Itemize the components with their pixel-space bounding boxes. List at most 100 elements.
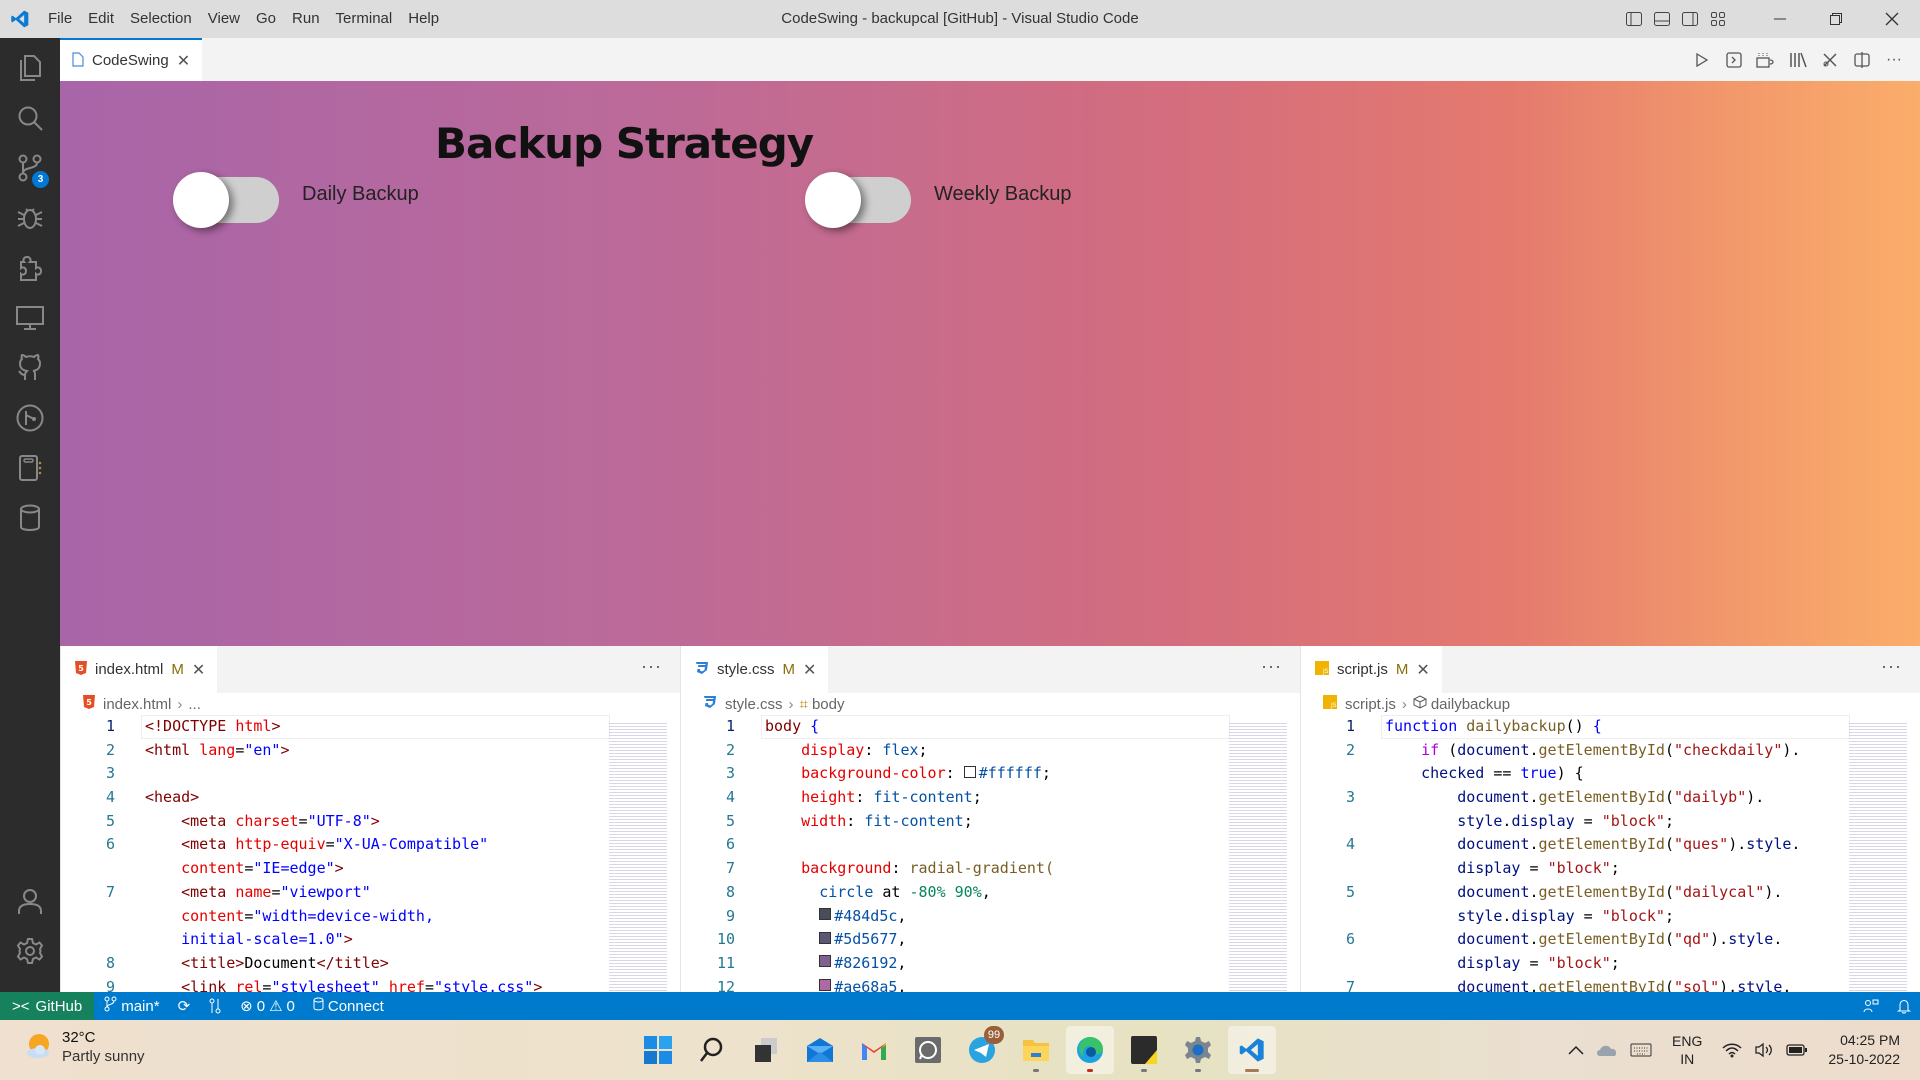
code-line[interactable]: 3 bbox=[61, 762, 680, 786]
code-line[interactable]: 6 bbox=[681, 833, 1300, 857]
notebook-icon[interactable] bbox=[0, 443, 60, 493]
menu-help[interactable]: Help bbox=[400, 0, 447, 38]
menu-terminal[interactable]: Terminal bbox=[328, 0, 401, 38]
tab-script-js[interactable]: JS script.js M ✕ bbox=[1301, 646, 1442, 693]
code-line[interactable]: 1 function dailybackup() { bbox=[1301, 715, 1920, 739]
run-icon[interactable] bbox=[1686, 44, 1718, 76]
code-line[interactable]: 5 <meta charset="UTF-8"> bbox=[61, 810, 680, 834]
live-share-icon[interactable] bbox=[1854, 992, 1888, 1020]
database-icon[interactable] bbox=[0, 493, 60, 543]
restore-button[interactable] bbox=[1808, 0, 1864, 38]
code-editor-js[interactable]: 1 function dailybackup() {2 if (document.… bbox=[1301, 715, 1920, 999]
breadcrumb-file[interactable]: index.html bbox=[103, 696, 171, 713]
vscode-app[interactable] bbox=[1228, 1026, 1276, 1074]
code-editor-css[interactable]: 1 body {2 display: flex; 3 background-colo… bbox=[681, 715, 1300, 999]
search-icon[interactable] bbox=[0, 93, 60, 143]
git-graph-status-icon[interactable] bbox=[199, 992, 231, 1020]
menu-file[interactable]: File bbox=[40, 0, 80, 38]
telegram-app[interactable]: 99 bbox=[958, 1026, 1006, 1074]
tab-codeswing[interactable]: CodeSwing ✕ bbox=[60, 38, 203, 81]
code-line[interactable]: 2 display: flex; bbox=[681, 739, 1300, 763]
code-line[interactable]: 8 circle at -80% 90%, bbox=[681, 881, 1300, 905]
code-line[interactable]: content="IE=edge"> bbox=[61, 857, 680, 881]
minimize-button[interactable] bbox=[1752, 0, 1808, 38]
daily-backup-toggle[interactable] bbox=[173, 172, 279, 228]
code-line[interactable]: 9 #484d5c, bbox=[681, 905, 1300, 929]
code-line[interactable]: 1 body { bbox=[681, 715, 1300, 739]
remote-indicator[interactable]: >< GitHub bbox=[0, 992, 95, 1020]
library-icon[interactable] bbox=[1782, 44, 1814, 76]
code-line[interactable]: display = "block"; bbox=[1301, 952, 1920, 976]
code-line[interactable]: initial-scale=1.0"> bbox=[61, 928, 680, 952]
weekly-backup-toggle[interactable] bbox=[805, 172, 911, 228]
file-explorer-app[interactable] bbox=[1012, 1026, 1060, 1074]
explorer-icon[interactable] bbox=[0, 43, 60, 93]
start-button[interactable] bbox=[634, 1026, 682, 1074]
close-tab-icon[interactable]: ✕ bbox=[803, 660, 816, 680]
account-icon[interactable] bbox=[0, 876, 60, 926]
battery-icon[interactable] bbox=[1786, 1044, 1808, 1056]
more-actions-icon[interactable]: ··· bbox=[1878, 44, 1910, 76]
code-line[interactable]: content="width=device-width, bbox=[61, 905, 680, 929]
code-line[interactable]: style.display = "block"; bbox=[1301, 905, 1920, 929]
run-debug-icon[interactable] bbox=[0, 193, 60, 243]
open-console-icon[interactable] bbox=[1718, 44, 1750, 76]
minimap[interactable] bbox=[609, 721, 667, 1001]
code-line[interactable]: 11 #826192, bbox=[681, 952, 1300, 976]
add-library-icon[interactable] bbox=[1750, 44, 1782, 76]
code-line[interactable]: 7 <meta name="viewport" bbox=[61, 881, 680, 905]
settings-app[interactable] bbox=[1174, 1026, 1222, 1074]
breadcrumb-symbol[interactable]: body bbox=[812, 696, 845, 713]
volume-icon[interactable] bbox=[1754, 1042, 1774, 1058]
code-line[interactable]: 4 <head> bbox=[61, 786, 680, 810]
extensions-icon[interactable] bbox=[0, 243, 60, 293]
sticky-notes-app[interactable] bbox=[1120, 1026, 1168, 1074]
code-line[interactable]: 2 <html lang="en"> bbox=[61, 739, 680, 763]
customize-layout-icon[interactable] bbox=[1704, 5, 1732, 33]
code-line[interactable]: 4 document.getElementById("ques").style. bbox=[1301, 833, 1920, 857]
close-tab-icon[interactable]: ✕ bbox=[192, 660, 205, 680]
code-line[interactable]: 4 height: fit-content; bbox=[681, 786, 1300, 810]
menu-view[interactable]: View bbox=[200, 0, 248, 38]
more-actions-icon[interactable]: ··· bbox=[1261, 646, 1282, 693]
whatsapp-app[interactable] bbox=[904, 1026, 952, 1074]
breadcrumb-file[interactable]: style.css bbox=[725, 696, 783, 713]
toggle-primary-sidebar-icon[interactable] bbox=[1620, 5, 1648, 33]
breadcrumb-symbol[interactable]: dailybackup bbox=[1431, 696, 1510, 713]
code-editor-html[interactable]: 1 <!DOCTYPE html> 2 <html lang="en"> 3 4 <head… bbox=[61, 715, 680, 999]
tab-style-css[interactable]: style.css M ✕ bbox=[681, 646, 829, 693]
code-line[interactable]: 10 #5d5677, bbox=[681, 928, 1300, 952]
task-view-button[interactable] bbox=[742, 1026, 790, 1074]
branch-indicator[interactable]: main* bbox=[94, 992, 168, 1020]
settings-gear-icon[interactable] bbox=[0, 926, 60, 976]
problems-indicator[interactable]: ⊗ 0 ⚠ 0 bbox=[231, 992, 304, 1020]
minimap[interactable] bbox=[1849, 721, 1907, 1001]
code-line[interactable]: 5 document.getElementById("dailycal"). bbox=[1301, 881, 1920, 905]
minimap[interactable] bbox=[1229, 721, 1287, 1001]
edge-app[interactable] bbox=[1066, 1026, 1114, 1074]
code-line[interactable]: 3 document.getElementById("dailyb"). bbox=[1301, 786, 1920, 810]
breadcrumb-file[interactable]: script.js bbox=[1345, 696, 1396, 713]
split-editor-icon[interactable] bbox=[1846, 44, 1878, 76]
more-actions-icon[interactable]: ··· bbox=[641, 646, 662, 693]
sync-icon[interactable]: ⟳ bbox=[169, 992, 200, 1020]
code-line[interactable]: 5 width: fit-content; bbox=[681, 810, 1300, 834]
wifi-icon[interactable] bbox=[1722, 1042, 1742, 1058]
weather-widget[interactable]: 32°C Partly sunny bbox=[24, 1028, 145, 1066]
menu-run[interactable]: Run bbox=[284, 0, 328, 38]
more-actions-icon[interactable]: ··· bbox=[1881, 646, 1902, 693]
code-line[interactable]: display = "block"; bbox=[1301, 857, 1920, 881]
notifications-bell-icon[interactable] bbox=[1888, 992, 1920, 1020]
gmail-app[interactable] bbox=[850, 1026, 898, 1074]
code-line[interactable]: 7 background: radial-gradient( bbox=[681, 857, 1300, 881]
code-line[interactable]: 3 background-color: #ffffff; bbox=[681, 762, 1300, 786]
menu-go[interactable]: Go bbox=[248, 0, 284, 38]
mail-app[interactable] bbox=[796, 1026, 844, 1074]
code-line[interactable]: style.display = "block"; bbox=[1301, 810, 1920, 834]
close-tab-icon[interactable]: ✕ bbox=[177, 51, 190, 71]
clock[interactable]: 04:25 PM 25-10-2022 bbox=[1828, 1031, 1900, 1069]
tab-index-html[interactable]: 5 index.html M ✕ bbox=[61, 646, 218, 693]
onedrive-cloud-icon[interactable] bbox=[1596, 1043, 1618, 1057]
remote-explorer-icon[interactable] bbox=[0, 293, 60, 343]
close-window-button[interactable] bbox=[1864, 0, 1920, 38]
